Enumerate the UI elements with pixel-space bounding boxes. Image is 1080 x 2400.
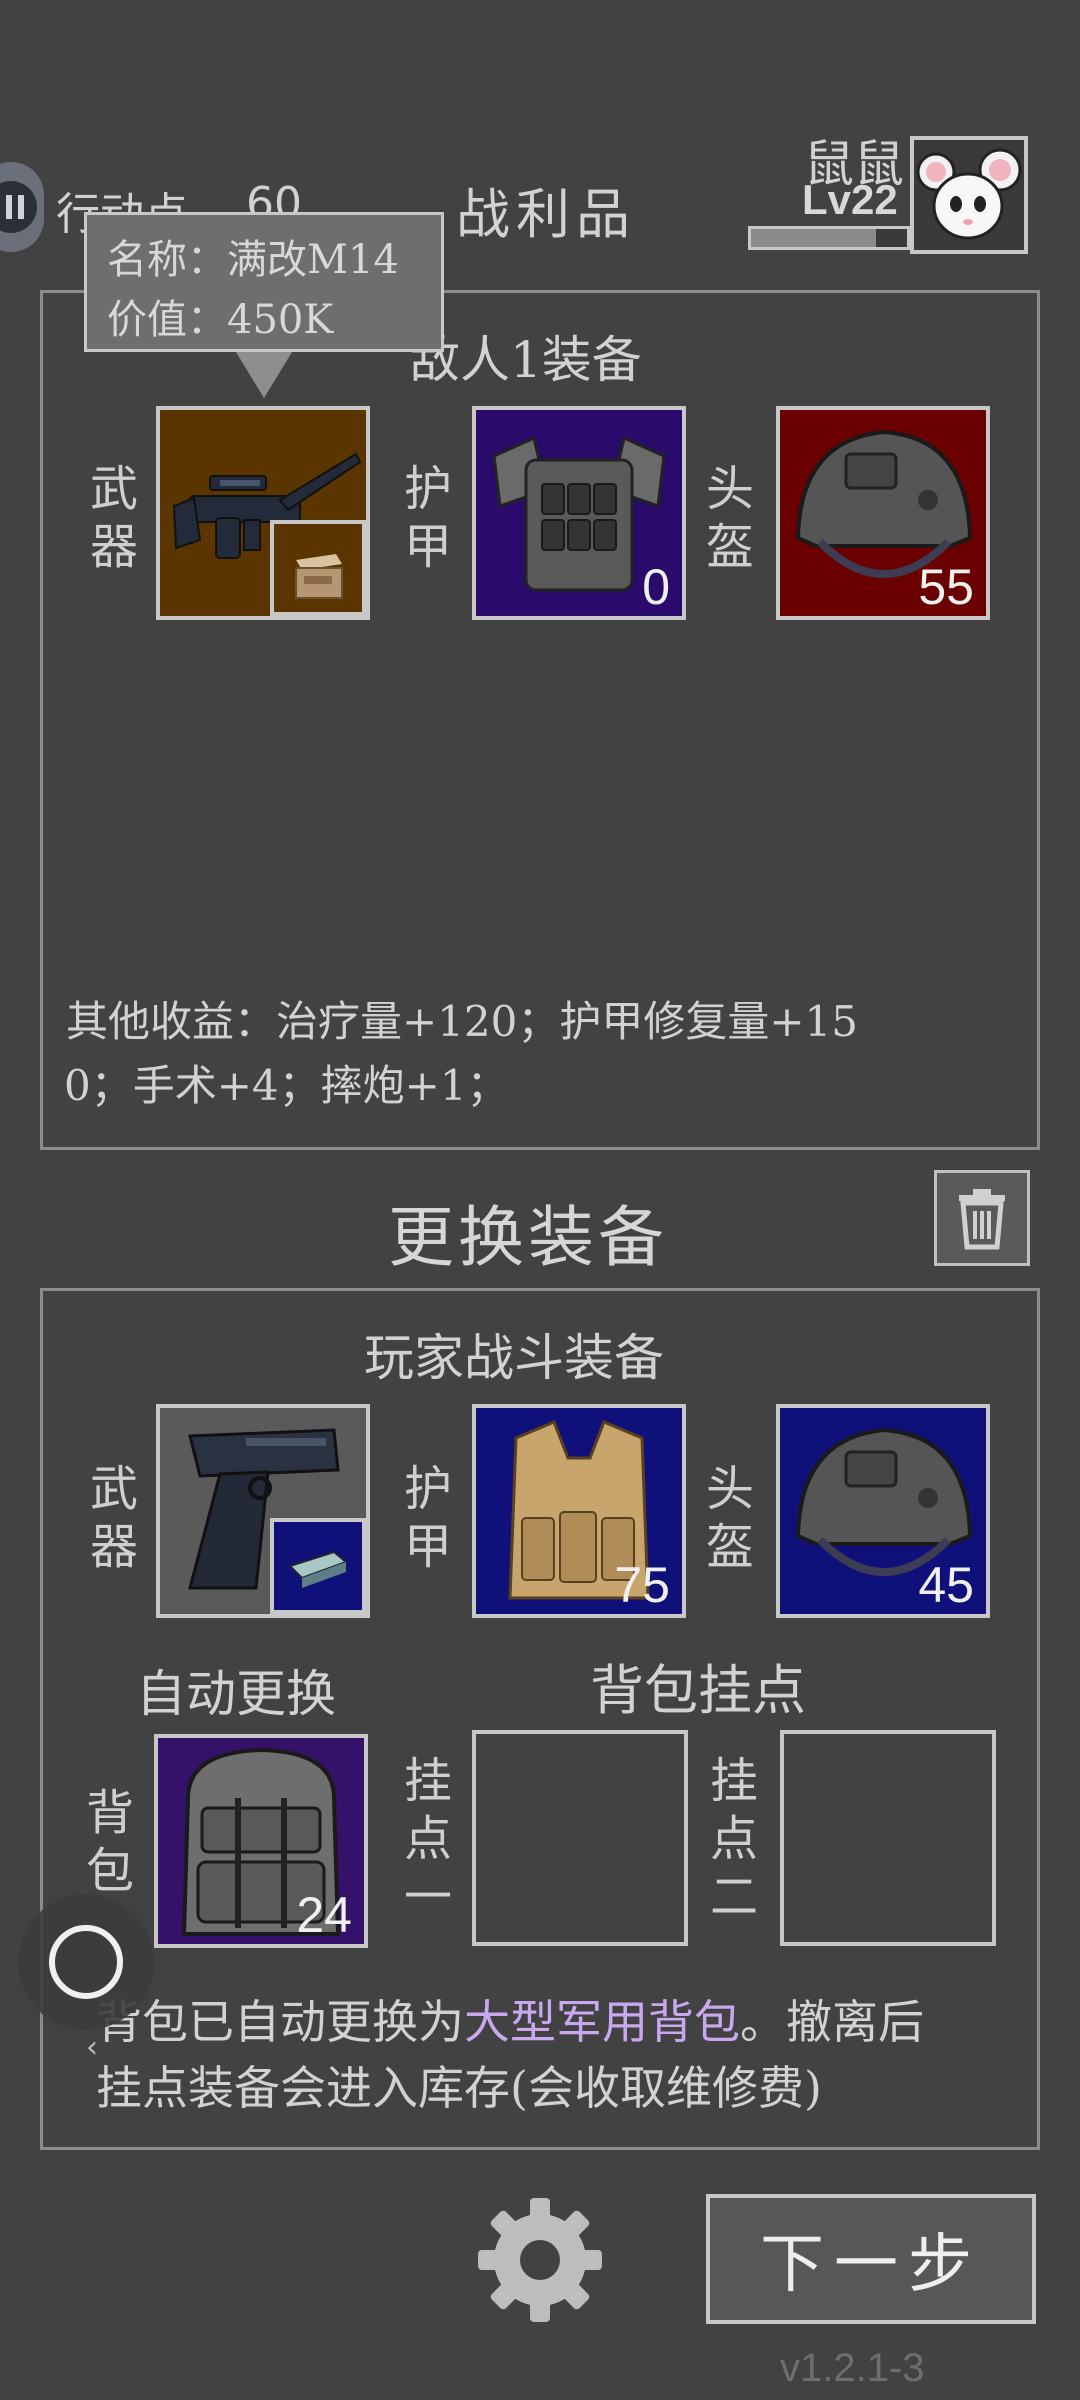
other-gains-line2: 0；手术+4；摔炮+1；: [64, 1061, 509, 1110]
swap-title: 更换装备: [388, 1199, 668, 1276]
loot-weapon-slot[interactable]: [156, 406, 370, 620]
ammo-box-icon: [295, 554, 343, 599]
attach-point-2-label: 挂点二: [709, 1753, 758, 1925]
attach-point-1-slot[interactable]: [472, 1730, 688, 1946]
backpack-note-line1: 背包已自动更换为大型军用背包。撤离后: [96, 1986, 924, 2052]
back-chevron-icon[interactable]: ‹: [86, 2030, 98, 2065]
player-helmet-durability: 45: [918, 1557, 974, 1613]
gear-icon: [478, 2198, 602, 2322]
player-helmet-label: 头盔: [705, 1461, 754, 1575]
pause-button[interactable]: [0, 162, 44, 252]
loot-helmet-label: 头盔: [705, 461, 754, 575]
settings-button[interactable]: [474, 2194, 606, 2326]
note-suffix: 。撤离后: [740, 1995, 924, 2049]
attach-point-1-label: 挂点一: [403, 1753, 452, 1925]
player-weapon-ammo-slot[interactable]: [270, 1518, 366, 1614]
auto-swap-label[interactable]: 自动更换: [136, 1654, 336, 1726]
backpack-capacity: 24: [296, 1887, 352, 1943]
tooltip-name: 名称：满改M14: [107, 237, 399, 283]
loot-armor-durability: 0: [642, 559, 670, 615]
pause-icon: [0, 181, 37, 233]
player-avatar[interactable]: [910, 136, 1028, 254]
page-title: 战利品: [456, 183, 636, 246]
player-gear-header: 玩家战斗装备: [364, 1329, 664, 1387]
loot-weapon-label: 武器: [89, 461, 138, 575]
player-armor-slot[interactable]: 75: [472, 1404, 686, 1618]
loot-weapon-ammo-slot[interactable]: [270, 520, 366, 616]
other-gains-line1: 其他收益：治疗量+120；护甲修复量+15: [66, 997, 858, 1046]
next-step-button[interactable]: 下一步: [706, 2194, 1036, 2324]
circle-icon: [49, 1925, 123, 1999]
player-armor-durability: 75: [614, 1557, 670, 1613]
version-label: v1.2.1-3: [780, 2346, 925, 2390]
player-armor-label: 护甲: [403, 1461, 452, 1575]
floating-assist-button[interactable]: [18, 1894, 154, 2030]
attach-point-2-slot[interactable]: [780, 1730, 996, 1946]
backpack-label: 背包: [85, 1785, 134, 1899]
loot-armor-label: 护甲: [403, 461, 452, 575]
next-step-label: 下一步: [760, 2228, 982, 2302]
player-weapon-label: 武器: [89, 1461, 138, 1575]
trash-button[interactable]: [934, 1170, 1030, 1266]
mouse-avatar-icon: [916, 148, 1022, 240]
loot-helmet-durability: 55: [918, 559, 974, 615]
tooltip-value: 价值：450K: [107, 297, 334, 343]
loot-armor-slot[interactable]: 0: [472, 406, 686, 620]
backpack-slot[interactable]: 24: [154, 1734, 368, 1948]
level-progress-fill: [751, 229, 876, 247]
loot-helmet-slot[interactable]: 55: [776, 406, 990, 620]
player-level: Lv22: [802, 176, 898, 223]
backpack-name-highlight: 大型军用背包: [464, 1995, 740, 2049]
item-tooltip: 名称：满改M14 价值：450K: [84, 212, 444, 352]
player-weapon-slot[interactable]: [156, 1404, 370, 1618]
ammo-clip-icon: [288, 1550, 348, 1588]
attach-points-title: 背包挂点: [590, 1659, 806, 1722]
loot-header: 敌人1装备: [410, 331, 642, 389]
tooltip-pointer: [236, 352, 292, 398]
level-progress-bar: [748, 226, 910, 250]
trash-icon: [959, 1189, 1005, 1250]
backpack-note-line2: 挂点装备会进入库存(会收取维修费): [96, 2061, 822, 2115]
player-helmet-slot[interactable]: 45: [776, 1404, 990, 1618]
